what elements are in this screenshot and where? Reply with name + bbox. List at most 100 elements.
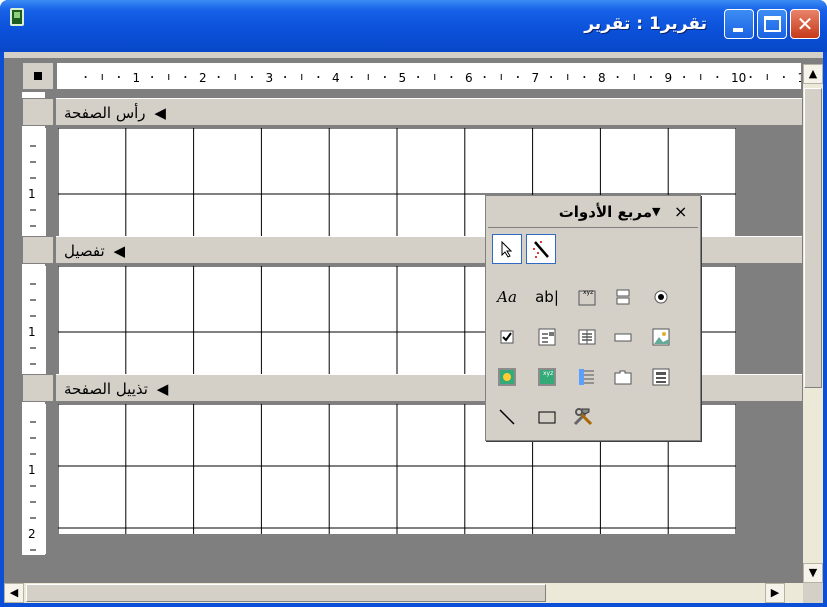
page-header-label: رأس الصفحة xyxy=(64,104,146,122)
svg-text:xyz: xyz xyxy=(543,370,553,377)
tab-control-tool[interactable] xyxy=(608,362,638,392)
scroll-right-button[interactable]: ▶ xyxy=(765,583,785,603)
scroll-left-button[interactable]: ◀ xyxy=(4,583,24,603)
combo-box-icon xyxy=(538,328,556,346)
unbound-object-frame-tool[interactable] xyxy=(492,362,522,392)
control-wizards-tool[interactable] xyxy=(526,234,556,264)
page-header-selector[interactable] xyxy=(22,98,54,126)
option-group-tool[interactable]: xyz xyxy=(572,282,602,312)
bound-object-icon: xyz xyxy=(538,368,556,386)
scroll-down-button[interactable]: ▼ xyxy=(803,563,823,583)
section-arrow-icon: ◀ xyxy=(154,104,166,122)
rectangle-tool[interactable] xyxy=(532,402,562,432)
command-button-icon xyxy=(614,333,632,342)
page-header-bar[interactable]: ◀ رأس الصفحة xyxy=(56,98,802,126)
window-title: تقرير1 : تقرير xyxy=(584,14,707,34)
vertical-scrollbar[interactable]: ▲ ▼ xyxy=(803,64,823,583)
ruler-tick xyxy=(383,76,386,78)
select-objects-tool[interactable] xyxy=(492,234,522,264)
vertical-scroll-thumb[interactable] xyxy=(804,88,822,388)
label-tool[interactable]: Aa xyxy=(492,282,522,312)
horizontal-scroll-thumb[interactable] xyxy=(26,584,546,602)
horizontal-ruler[interactable]: 1 2 3 4 5 6 7 8 9 10 1 xyxy=(56,62,802,90)
maximize-button[interactable] xyxy=(757,9,787,39)
combo-box-tool[interactable] xyxy=(532,322,562,352)
list-box-tool[interactable] xyxy=(572,322,602,352)
page-footer-label: تذييل الصفحة xyxy=(64,380,148,398)
toggle-button-tool[interactable] xyxy=(608,282,638,312)
vruler-number: 1 xyxy=(28,187,36,201)
vruler-detail: 1 xyxy=(22,266,46,374)
line-icon xyxy=(499,409,515,425)
close-button[interactable]: ✕ xyxy=(790,9,820,39)
detail-label: تفصيل xyxy=(64,242,105,260)
option-button-tool[interactable] xyxy=(646,282,676,312)
textbox-tool[interactable]: ab| xyxy=(532,282,562,312)
ruler-tick xyxy=(84,76,87,78)
ruler-tick xyxy=(217,76,220,78)
hammer-wrench-icon xyxy=(573,408,593,426)
rectangle-icon xyxy=(538,411,556,424)
vruler-number: 2 xyxy=(28,527,36,541)
dropdown-arrow-icon[interactable]: ▼ xyxy=(652,205,660,218)
checkbox-tool[interactable] xyxy=(492,322,522,352)
subform-tool[interactable] xyxy=(646,362,676,392)
ruler-tick xyxy=(450,76,453,78)
access-form-icon[interactable] xyxy=(10,8,24,26)
ruler-tick xyxy=(716,76,719,78)
ruler-tick xyxy=(749,76,752,78)
unbound-object-icon xyxy=(498,368,516,386)
ruler-tick xyxy=(317,76,320,78)
ruler-number: 9 xyxy=(665,71,673,85)
arrow-down-icon: ▼ xyxy=(808,566,818,579)
radio-icon xyxy=(654,290,668,304)
vruler-header: 1 xyxy=(22,128,46,236)
ruler-tick xyxy=(184,76,187,78)
image-icon xyxy=(652,328,670,346)
ruler-tick xyxy=(417,76,420,78)
ruler-number: 3 xyxy=(266,71,274,85)
detail-selector[interactable] xyxy=(22,236,54,264)
page-break-icon xyxy=(579,369,594,385)
ruler-tick xyxy=(483,76,486,78)
arrow-up-icon: ▲ xyxy=(808,67,818,80)
select-report-box[interactable] xyxy=(22,62,54,90)
arrow-right-icon: ▶ xyxy=(770,586,780,599)
ruler-number: 5 xyxy=(399,71,407,85)
list-box-icon xyxy=(578,329,596,345)
line-tool[interactable] xyxy=(492,402,522,432)
command-button-tool[interactable] xyxy=(608,322,638,352)
toolbox-panel[interactable]: مربع الأدوات ▼ × Aa ab| xyz xyz xyxy=(485,195,701,441)
size-grip[interactable] xyxy=(803,583,823,603)
report-window: تقرير1 : تقرير ✕ 123456789101 ◀ رأس الصف… xyxy=(0,0,827,607)
arrow-left-icon: ◀ xyxy=(9,586,19,599)
toolbox-close-icon[interactable]: × xyxy=(674,202,687,221)
maximize-icon xyxy=(764,16,781,32)
image-tool[interactable] xyxy=(646,322,676,352)
ruler-number: 6 xyxy=(465,71,473,85)
bound-object-frame-tool[interactable]: xyz xyxy=(532,362,562,392)
title-bar[interactable]: تقرير1 : تقرير ✕ xyxy=(0,0,827,52)
toolbox-title: مربع الأدوات xyxy=(558,203,652,221)
scroll-up-button[interactable]: ▲ xyxy=(803,64,823,84)
page-footer-selector[interactable] xyxy=(22,374,54,402)
ruler-tick xyxy=(616,76,619,78)
section-arrow-icon: ◀ xyxy=(113,242,125,260)
ruler-tick xyxy=(350,76,353,78)
ruler-number: 2 xyxy=(199,71,207,85)
vruler-number: 1 xyxy=(28,463,36,477)
minimize-button[interactable] xyxy=(724,9,754,39)
ruler-tick xyxy=(583,76,586,78)
page-break-tool[interactable] xyxy=(572,362,602,392)
svg-text:xyz: xyz xyxy=(583,289,593,296)
ruler-number: 1 xyxy=(798,71,803,85)
ruler-tick xyxy=(649,76,652,78)
ruler-tick xyxy=(782,76,785,78)
ruler-number: 7 xyxy=(532,71,540,85)
option-group-icon: xyz xyxy=(578,289,596,306)
toolbox-title-bar[interactable]: مربع الأدوات ▼ × xyxy=(488,198,698,228)
horizontal-scrollbar[interactable]: ◀ ▶ xyxy=(4,583,803,603)
subform-icon xyxy=(652,368,670,386)
ruler-tick xyxy=(284,76,287,78)
more-controls-tool[interactable] xyxy=(568,402,598,432)
